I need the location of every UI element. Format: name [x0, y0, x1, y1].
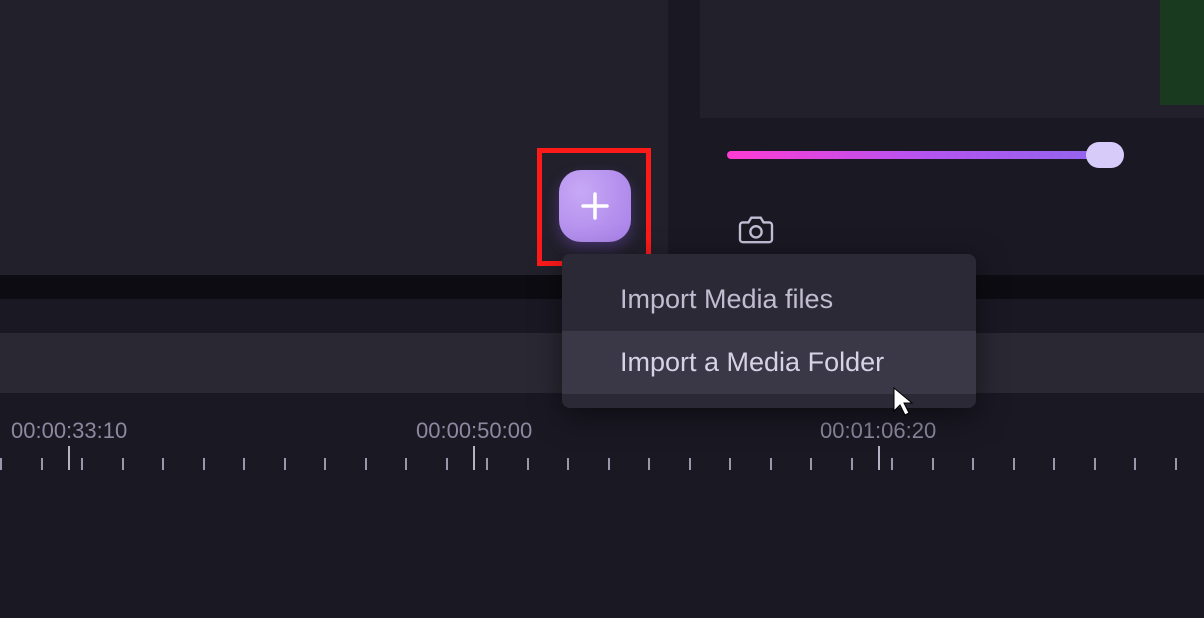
tick-minor — [1053, 458, 1055, 470]
tick-minor — [770, 458, 772, 470]
tick-minor — [162, 458, 164, 470]
snapshot-button[interactable] — [737, 213, 775, 245]
tick-minor — [122, 458, 124, 470]
tick-minor — [689, 458, 691, 470]
tick-minor — [243, 458, 245, 470]
tick-minor — [1134, 458, 1136, 470]
tick-minor — [608, 458, 610, 470]
tick-minor — [203, 458, 205, 470]
slider-track — [727, 151, 1119, 159]
tick-minor — [891, 458, 893, 470]
plus-icon — [575, 186, 615, 226]
tick-minor — [527, 458, 529, 470]
tick-minor — [932, 458, 934, 470]
tick-minor — [648, 458, 650, 470]
preview-thumbnail[interactable] — [1160, 0, 1204, 105]
progress-slider[interactable] — [727, 142, 1119, 166]
tick-minor — [365, 458, 367, 470]
menu-item-import-folder[interactable]: Import a Media Folder — [562, 331, 976, 394]
tick-minor — [0, 458, 2, 470]
add-media-button[interactable] — [559, 170, 631, 242]
tick-minor — [486, 458, 488, 470]
time-label: 00:00:33:10 — [11, 418, 127, 444]
tick-minor — [1094, 458, 1096, 470]
tick-minor — [1013, 458, 1015, 470]
panel-divider — [668, 0, 700, 275]
time-label: 00:00:50:00 — [416, 418, 532, 444]
preview-panel — [700, 0, 1204, 118]
tick-minor — [972, 458, 974, 470]
tick-major — [878, 446, 880, 470]
tick-minor — [446, 458, 448, 470]
tick-major — [68, 446, 70, 470]
tick-minor — [1175, 458, 1177, 470]
time-label: 00:01:06:20 — [820, 418, 936, 444]
tick-minor — [284, 458, 286, 470]
tick-minor — [567, 458, 569, 470]
tick-minor — [41, 458, 43, 470]
tick-minor — [851, 458, 853, 470]
tick-minor — [810, 458, 812, 470]
tick-major — [473, 446, 475, 470]
menu-item-import-files[interactable]: Import Media files — [562, 268, 976, 331]
tick-minor — [405, 458, 407, 470]
slider-handle[interactable] — [1086, 142, 1124, 168]
import-context-menu: Import Media files Import a Media Folder — [562, 254, 976, 408]
tick-minor — [324, 458, 326, 470]
timeline-ruler[interactable]: 00:00:33:10 00:00:50:00 00:01:06:20 — [0, 412, 1204, 472]
tick-minor — [729, 458, 731, 470]
tick-minor — [81, 458, 83, 470]
